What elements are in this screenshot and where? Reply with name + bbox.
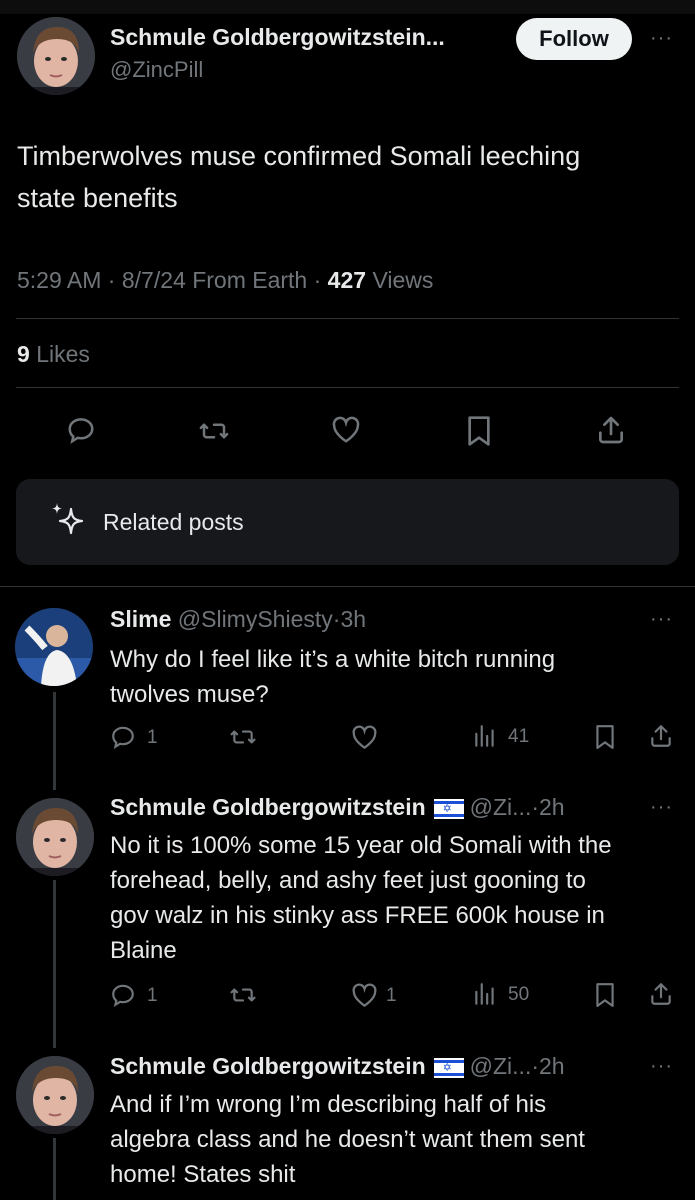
reply-text: And if I’m wrong I’m describing half of … bbox=[110, 1087, 585, 1192]
reply-time[interactable]: 3h bbox=[340, 606, 366, 632]
follow-button[interactable]: Follow bbox=[516, 18, 632, 60]
likes-label: Likes bbox=[36, 341, 90, 367]
reply-header: Schmule Goldbergowitzstein ✡ @Zi...·2h bbox=[110, 1053, 565, 1080]
reply-text-line: Blaine bbox=[110, 937, 177, 964]
reply-icon[interactable] bbox=[110, 982, 136, 1008]
reply-avatar[interactable] bbox=[15, 608, 93, 686]
more-options-icon[interactable]: ··· bbox=[650, 27, 673, 50]
reply-text-line: No it is 100% some 15 year old Somali wi… bbox=[110, 832, 612, 859]
reply-count: 1 bbox=[147, 985, 158, 1006]
divider bbox=[16, 387, 679, 388]
like-icon[interactable] bbox=[331, 416, 361, 444]
reply-text-line: Why do I feel like it’s a white bitch ru… bbox=[110, 646, 556, 673]
more-options-icon[interactable]: ··· bbox=[650, 608, 673, 631]
divider bbox=[16, 318, 679, 319]
thread-line bbox=[53, 880, 56, 1048]
reply-text-line: gov walz in his stinky ass FREE 600k hou… bbox=[110, 902, 605, 929]
post-meta: 5:29 AM · 8/7/24 From Earth · 427 Views bbox=[17, 267, 433, 294]
reply-text-line: twolves muse? bbox=[110, 681, 269, 708]
reply-author-name[interactable]: Schmule Goldbergowitzstein bbox=[110, 794, 426, 820]
share-icon[interactable] bbox=[648, 980, 674, 1008]
author-handle[interactable]: @ZincPill bbox=[110, 57, 203, 83]
israel-flag-icon: ✡ bbox=[433, 1057, 464, 1078]
more-options-icon[interactable]: ··· bbox=[650, 1055, 673, 1078]
separator: · bbox=[313, 267, 322, 293]
like-count: 1 bbox=[386, 985, 397, 1006]
reply-icon[interactable] bbox=[66, 415, 96, 445]
reply-author-handle[interactable]: @Zi... bbox=[470, 794, 532, 820]
reply-icon[interactable] bbox=[110, 724, 136, 750]
reply-avatar[interactable] bbox=[16, 1056, 94, 1134]
views-icon[interactable] bbox=[472, 723, 498, 749]
like-icon[interactable] bbox=[351, 983, 378, 1008]
post-text-line-1: Timberwolves muse confirmed Somali leech… bbox=[17, 141, 581, 171]
bookmark-icon[interactable] bbox=[594, 982, 616, 1008]
like-icon[interactable] bbox=[351, 725, 378, 750]
reply-text-line: algebra class and he doesn’t want them s… bbox=[110, 1126, 585, 1153]
separator: · bbox=[531, 794, 540, 820]
repost-icon[interactable] bbox=[198, 416, 230, 446]
related-posts-card[interactable]: Related posts bbox=[16, 479, 679, 565]
section-divider bbox=[0, 586, 695, 587]
reply-author-name[interactable]: Slime bbox=[110, 606, 171, 632]
repost-icon[interactable] bbox=[229, 982, 257, 1008]
thread-line bbox=[53, 1138, 56, 1200]
israel-flag-icon: ✡ bbox=[433, 798, 464, 819]
repost-icon[interactable] bbox=[229, 724, 257, 750]
author-name[interactable]: Schmule Goldbergowitzstein... bbox=[110, 24, 445, 51]
post-location: From Earth bbox=[192, 267, 308, 293]
avatar[interactable] bbox=[17, 17, 95, 95]
reply-author-name[interactable]: Schmule Goldbergowitzstein bbox=[110, 1053, 426, 1079]
post-date[interactable]: 8/7/24 bbox=[122, 267, 186, 293]
reply-author-handle[interactable]: @SlimyShiesty bbox=[178, 606, 333, 632]
reply-text-line: home! States shit bbox=[110, 1161, 296, 1188]
reply-text: Why do I feel like it’s a white bitch ru… bbox=[110, 642, 555, 712]
reply-time[interactable]: 2h bbox=[539, 1053, 565, 1079]
reply-header: Schmule Goldbergowitzstein ✡ @Zi...·2h bbox=[110, 794, 565, 821]
more-options-icon[interactable]: ··· bbox=[650, 796, 673, 819]
view-count: 50 bbox=[508, 984, 530, 1005]
separator: · bbox=[107, 267, 116, 293]
reply-header: Slime @SlimyShiesty·3h bbox=[110, 606, 366, 633]
thread-line bbox=[53, 692, 56, 790]
related-posts-label: Related posts bbox=[103, 509, 244, 535]
view-count: 41 bbox=[508, 726, 530, 747]
views-count: 427 bbox=[327, 267, 367, 293]
views-label: Views bbox=[372, 267, 434, 293]
reply-text-line: forehead, belly, and ashy feet just goon… bbox=[110, 867, 586, 894]
reply-time[interactable]: 2h bbox=[539, 794, 565, 820]
share-icon[interactable] bbox=[595, 413, 627, 447]
bookmark-icon[interactable] bbox=[594, 724, 616, 750]
bookmark-icon[interactable] bbox=[465, 415, 493, 447]
likes-count: 9 bbox=[17, 341, 30, 367]
views-icon[interactable] bbox=[472, 981, 498, 1007]
reply-avatar[interactable] bbox=[16, 798, 94, 876]
reply-author-handle[interactable]: @Zi... bbox=[470, 1053, 532, 1079]
separator: · bbox=[531, 1053, 540, 1079]
reply-text: No it is 100% some 15 year old Somali wi… bbox=[110, 828, 612, 968]
share-icon[interactable] bbox=[648, 722, 674, 750]
post-time[interactable]: 5:29 AM bbox=[17, 267, 101, 293]
reply-text-line: And if I’m wrong I’m describing half of … bbox=[110, 1091, 547, 1118]
likes-stat[interactable]: 9 Likes bbox=[17, 341, 90, 368]
sparkle-icon bbox=[48, 501, 86, 539]
post-text-line-2: state benefits bbox=[17, 183, 178, 213]
reply-count: 1 bbox=[147, 727, 158, 748]
top-edge bbox=[0, 0, 695, 14]
